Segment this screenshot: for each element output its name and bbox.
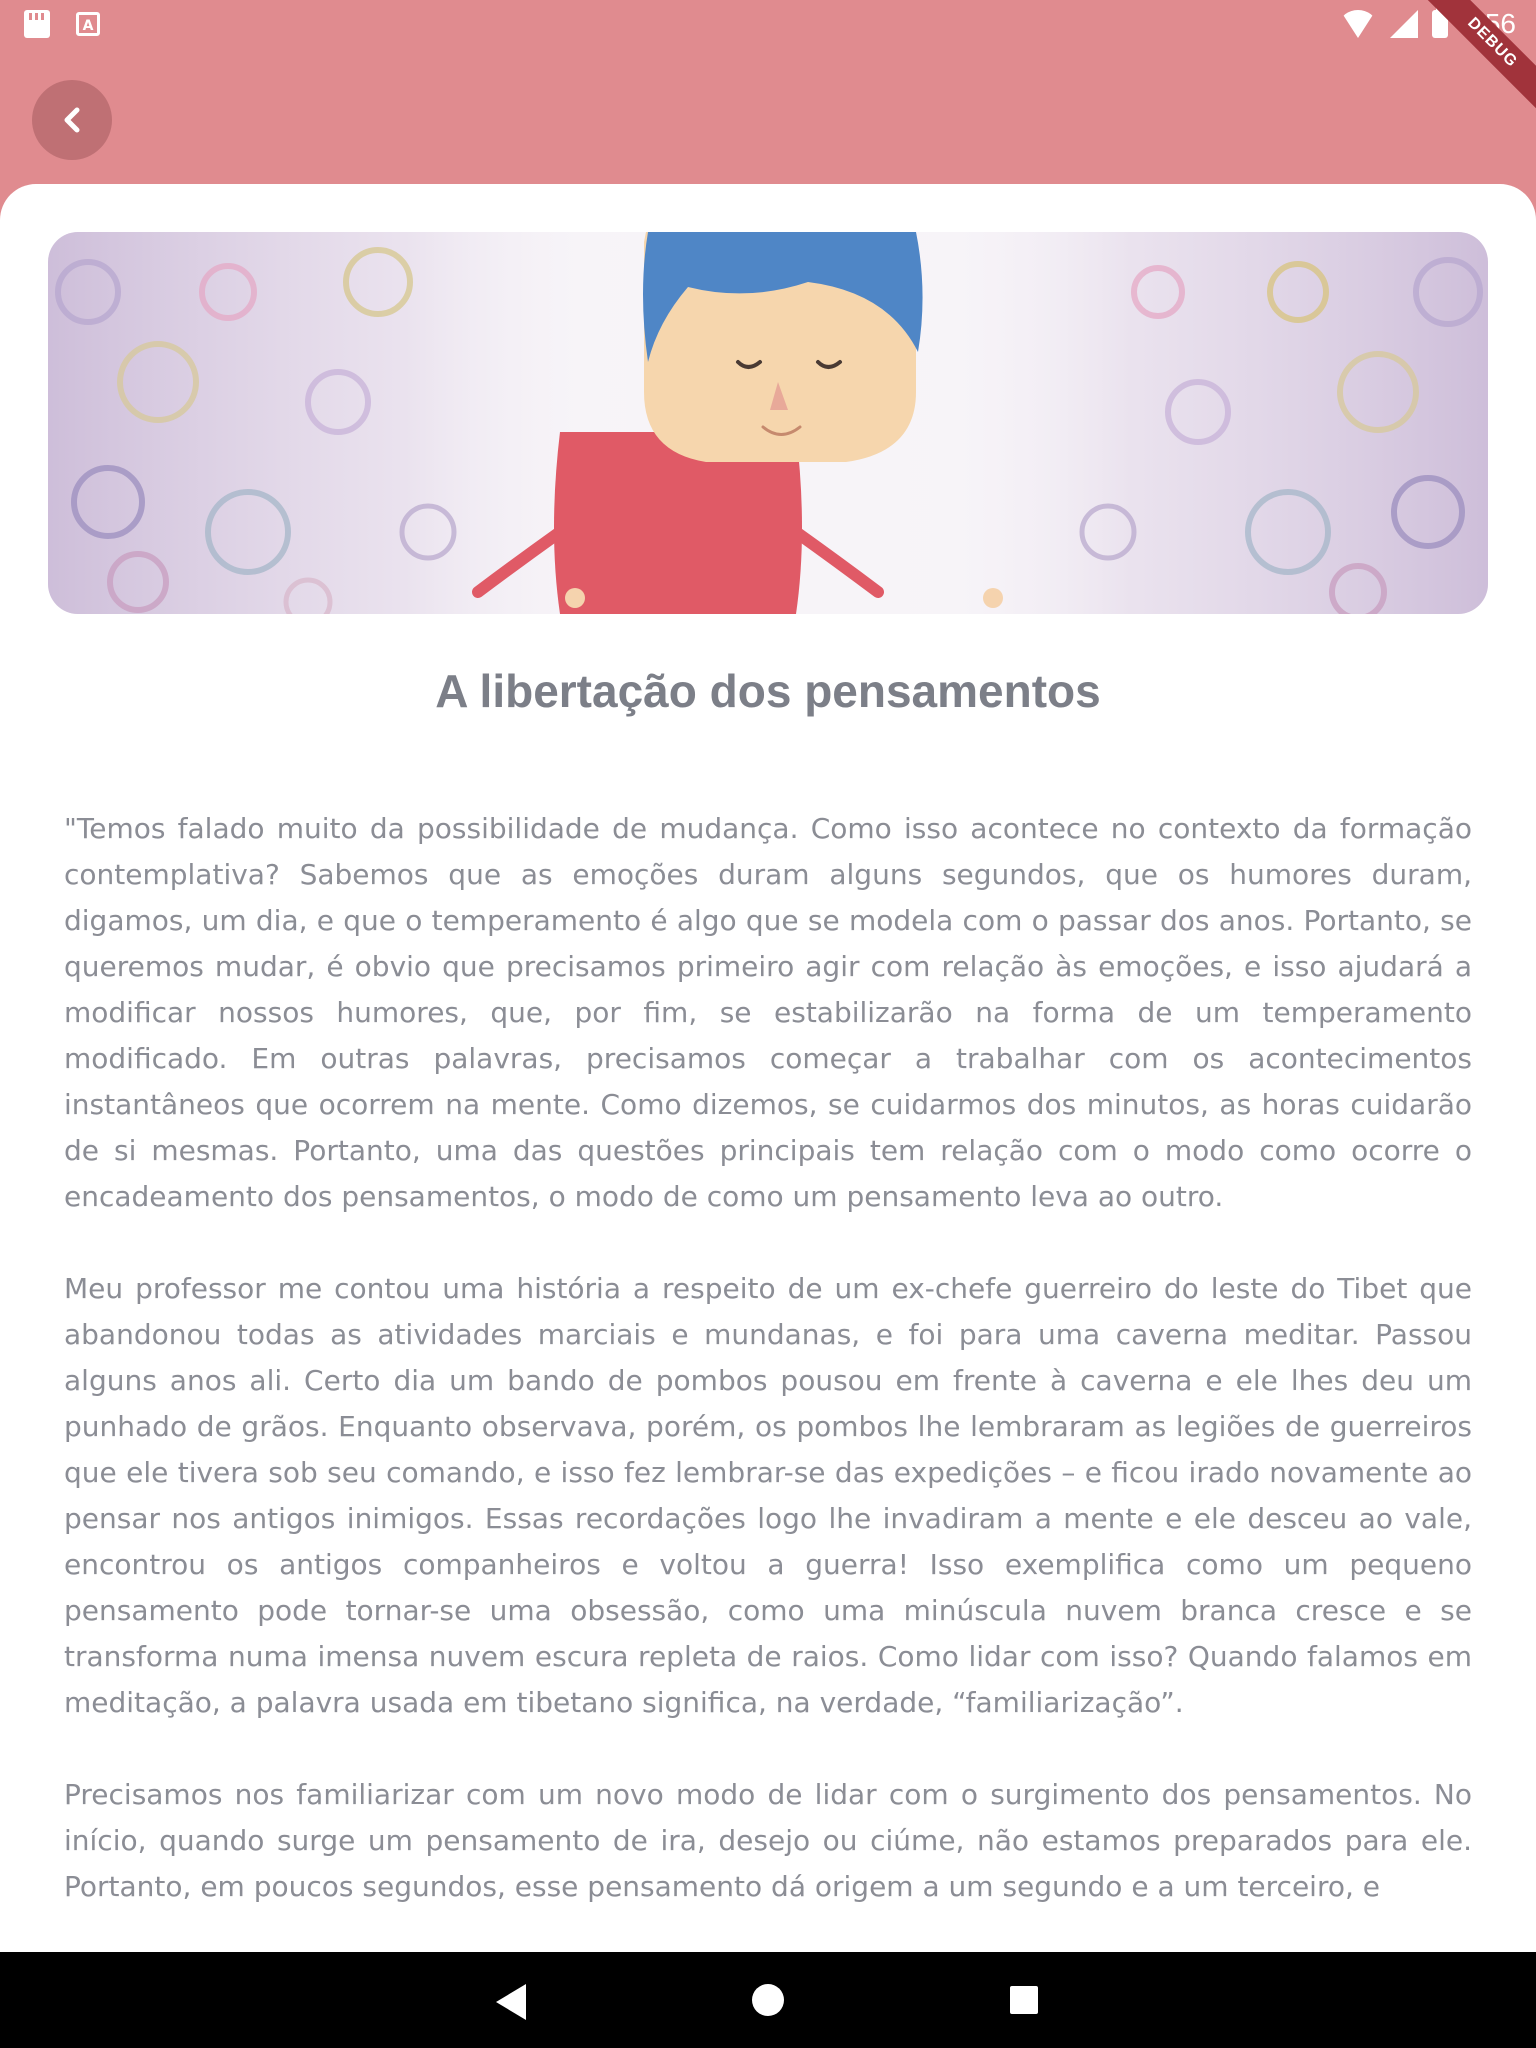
meditating-character-illustration	[48, 232, 1488, 614]
sd-card-icon	[24, 10, 50, 38]
article-paragraph: Meu professor me contou uma história a r…	[64, 1272, 1472, 1719]
article-card: A libertação dos pensamentos "Temos fala…	[0, 184, 1536, 1952]
nav-back-icon[interactable]	[496, 1984, 526, 2020]
signal-icon	[1389, 10, 1418, 38]
article-title: A libertação dos pensamentos	[435, 665, 1101, 717]
nav-recents-icon[interactable]	[1010, 1986, 1038, 2014]
chevron-left-icon	[64, 107, 80, 133]
status-bar: A 9:56 DEBUG	[0, 0, 1536, 125]
article-paragraph: Precisamos nos familiarizar com um novo …	[64, 1778, 1472, 1903]
hero-illustration	[48, 232, 1488, 614]
font-a-icon: A	[76, 12, 100, 36]
article-paragraph: "Temos falado muito da possibilidade de …	[64, 812, 1472, 1213]
article-body: "Temos falado muito da possibilidade de …	[64, 806, 1472, 1906]
wifi-icon	[1339, 10, 1376, 38]
back-button[interactable]	[32, 80, 112, 160]
notification-icons: A	[24, 10, 100, 38]
nav-home-icon[interactable]	[752, 1984, 784, 2016]
system-nav-bar	[0, 1952, 1536, 2048]
